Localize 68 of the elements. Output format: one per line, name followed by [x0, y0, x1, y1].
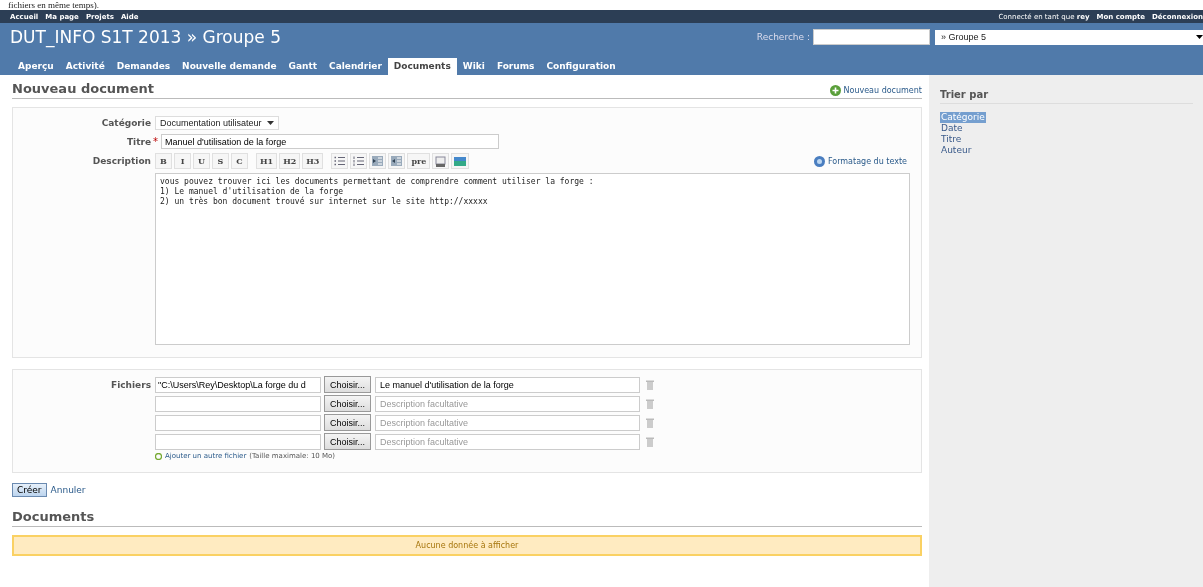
file-description-field[interactable]: Description facultative	[375, 433, 640, 450]
toolbar-button[interactable]: U	[193, 153, 210, 169]
file-path-field[interactable]: "C:\Users\Rey\Desktop\La forge du d	[155, 376, 321, 393]
category-select[interactable]: Documentation utilisateur	[155, 116, 279, 130]
empty-notice: Aucune donnée à afficher	[12, 535, 922, 556]
toolbar-button[interactable]: I	[174, 153, 191, 169]
file-description-field[interactable]: Description facultative	[375, 414, 640, 431]
indent-button[interactable]	[369, 153, 387, 169]
browse-button[interactable]: Choisir...	[324, 376, 371, 393]
sort-option[interactable]: Auteur	[940, 145, 973, 156]
toolbar-button[interactable]: B	[155, 153, 172, 169]
file-path-field[interactable]	[155, 433, 321, 450]
toolbar-button[interactable]: S	[212, 153, 229, 169]
tab[interactable]: Nouvelle demande	[176, 58, 283, 75]
toolbar-button[interactable]: C	[231, 153, 248, 169]
trash-icon[interactable]	[646, 417, 654, 428]
file-description-field[interactable]: Le manuel d'utilisation de la forge	[375, 376, 640, 393]
sort-option[interactable]: Date	[940, 123, 964, 134]
numbered-list-button[interactable]	[350, 153, 368, 169]
section-heading: Documents	[12, 509, 922, 527]
link-button[interactable]	[432, 153, 450, 169]
tab[interactable]: Gantt	[282, 58, 324, 75]
image-button[interactable]	[451, 153, 470, 169]
toolbar-button[interactable]: H2	[279, 153, 301, 169]
search-label: Recherche :	[756, 32, 810, 42]
trash-icon[interactable]	[646, 398, 654, 409]
field-label: Titre	[125, 136, 152, 147]
trash-icon[interactable]	[646, 379, 654, 390]
project-select[interactable]: » Groupe 5	[935, 29, 1203, 45]
outdent-button[interactable]	[388, 153, 406, 169]
tab[interactable]: Forums	[490, 58, 541, 75]
tab[interactable]: Wiki	[456, 58, 491, 75]
search-field[interactable]	[813, 29, 930, 45]
file-description-field[interactable]: Description facultative	[375, 395, 640, 412]
trash-icon[interactable]	[646, 436, 654, 447]
browse-button[interactable]: Choisir...	[324, 395, 371, 412]
field-label: Fichiers	[110, 379, 152, 390]
browse-button[interactable]: Choisir...	[324, 414, 371, 431]
project-title: DUT_INFO S1T 2013 » Groupe 5	[10, 27, 281, 47]
caption-text: fichiers en même temps).	[7, 0, 100, 10]
caret-icon	[1196, 35, 1203, 39]
browse-button[interactable]: Choisir...	[324, 433, 371, 450]
new-document-link[interactable]: Nouveau document	[829, 85, 922, 96]
bullet-list-button[interactable]	[331, 153, 349, 169]
toolbar-button[interactable]: H1	[256, 153, 278, 169]
tab[interactable]: Demandes	[110, 58, 177, 75]
caret-icon	[266, 121, 274, 125]
field-label: Catégorie	[100, 118, 152, 128]
sort-option[interactable]: Titre	[940, 134, 963, 145]
tab[interactable]: Aperçu	[12, 58, 60, 75]
tab[interactable]: Calendrier	[323, 58, 388, 75]
tab[interactable]: Activité	[59, 58, 111, 75]
section-heading: Nouveau document	[12, 81, 154, 96]
toolbar-button[interactable]: pre	[407, 153, 431, 169]
tab[interactable]: Configuration	[540, 58, 622, 75]
cancel-link[interactable]: Annuler	[50, 485, 86, 495]
file-path-field[interactable]	[155, 395, 321, 412]
tab[interactable]: Documents	[387, 58, 457, 75]
sidebar-heading: Trier par	[940, 89, 1193, 104]
text-formatting-link[interactable]: Formatage du texte	[813, 155, 907, 167]
description-field[interactable]: vous pouvez trouver ici les documents permettant de comprendre comment utiliser la forge : 1) Le manuel d'utilisation de la forge 2) un très bon document trouvé sur internet sur le site http://xxxxx	[155, 173, 910, 345]
toolbar-button[interactable]: H3	[302, 153, 324, 169]
field-label: Description	[91, 156, 152, 166]
file-path-field[interactable]	[155, 414, 321, 431]
help-icon	[813, 155, 825, 167]
title-field[interactable]: Manuel d'utilisation de la forge	[161, 134, 499, 149]
create-button[interactable]: Créer	[12, 483, 47, 497]
required-mark: *	[153, 136, 158, 147]
